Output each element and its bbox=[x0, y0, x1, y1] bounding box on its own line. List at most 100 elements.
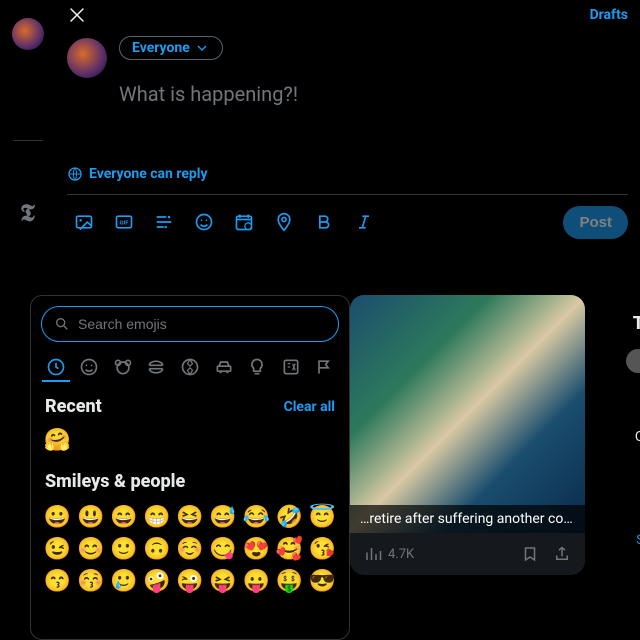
globe-icon bbox=[67, 166, 83, 182]
bear-icon bbox=[113, 357, 133, 377]
location-icon bbox=[274, 212, 294, 232]
emoji-cell[interactable]: 😅 bbox=[209, 504, 238, 532]
recent-title: Recent bbox=[45, 396, 102, 417]
audience-selector[interactable]: Everyone bbox=[119, 36, 223, 60]
emoji-category-tabs bbox=[31, 348, 349, 386]
emoji-button[interactable] bbox=[187, 205, 221, 239]
feed-footer: 4.7K bbox=[350, 533, 585, 575]
emoji-cat-smileys[interactable] bbox=[75, 354, 103, 382]
bold-button[interactable] bbox=[307, 205, 341, 239]
smile-icon bbox=[79, 357, 99, 377]
compose-input[interactable]: What is happening?! bbox=[119, 82, 628, 166]
bookmark-icon[interactable] bbox=[521, 545, 539, 563]
media-button[interactable] bbox=[67, 205, 101, 239]
emoji-cell[interactable]: 😍 bbox=[242, 536, 271, 564]
emoji-cell[interactable]: 😛 bbox=[242, 568, 271, 596]
drafts-button[interactable]: Drafts bbox=[590, 7, 628, 23]
smile-icon bbox=[194, 212, 214, 232]
compose-avatar[interactable] bbox=[67, 38, 107, 78]
emoji-cell[interactable]: 😉 bbox=[43, 536, 72, 564]
emoji-cat-recent[interactable] bbox=[42, 354, 70, 382]
emoji-cat-activity[interactable] bbox=[176, 354, 204, 382]
calendar-clock-icon bbox=[234, 212, 254, 232]
italic-button[interactable] bbox=[347, 205, 381, 239]
emoji-cell[interactable]: 😘 bbox=[308, 536, 337, 564]
rail-divider bbox=[13, 140, 43, 141]
clear-recent-button[interactable]: Clear all bbox=[284, 399, 335, 415]
right-sidebar-avatar[interactable] bbox=[626, 349, 640, 373]
emoji-cell[interactable]: 😎 bbox=[308, 568, 337, 596]
close-button[interactable] bbox=[67, 5, 87, 25]
emoji-cell[interactable]: 😆 bbox=[175, 504, 204, 532]
emoji-cell[interactable]: 😄 bbox=[109, 504, 138, 532]
avatar[interactable] bbox=[12, 18, 44, 50]
emoji-cell[interactable]: 😝 bbox=[209, 568, 238, 596]
emoji-cell[interactable]: 😙 bbox=[43, 568, 72, 596]
symbols-icon bbox=[281, 357, 301, 377]
emoji-picker: Recent Clear all 🤗 Smileys & people 😀😃😄😁… bbox=[30, 295, 350, 640]
emoji-cell[interactable]: 😂 bbox=[242, 504, 271, 532]
audience-label: Everyone bbox=[132, 40, 190, 56]
clock-icon bbox=[46, 357, 66, 377]
emoji-cell[interactable]: 🤪 bbox=[142, 568, 171, 596]
bulb-icon bbox=[247, 357, 267, 377]
post-button[interactable]: Post bbox=[563, 206, 628, 239]
views-icon bbox=[364, 545, 382, 563]
right-sidebar-text: C bbox=[635, 429, 640, 445]
gif-button[interactable]: GIF bbox=[107, 205, 141, 239]
emoji-cat-flags[interactable] bbox=[310, 354, 338, 382]
bold-icon bbox=[314, 212, 334, 232]
emoji-cell[interactable]: 🤑 bbox=[275, 568, 304, 596]
emoji-cat-animals[interactable] bbox=[109, 354, 137, 382]
emoji-cell[interactable]: 😁 bbox=[142, 504, 171, 532]
emoji-cell[interactable]: 🥲 bbox=[109, 568, 138, 596]
emoji-cell[interactable]: 😀 bbox=[43, 504, 72, 532]
emoji-search[interactable] bbox=[41, 306, 339, 342]
emoji-cell[interactable]: 😃 bbox=[76, 504, 105, 532]
share-icon[interactable] bbox=[553, 545, 571, 563]
burger-icon bbox=[146, 357, 166, 377]
emoji-cat-food[interactable] bbox=[142, 354, 170, 382]
gif-icon: GIF bbox=[114, 212, 134, 232]
emoji-cell[interactable]: 😊 bbox=[76, 536, 105, 564]
feed-card[interactable]: …retire after suffering another co… 4.7K bbox=[350, 295, 585, 575]
emoji-cell[interactable]: 🤣 bbox=[275, 504, 304, 532]
emoji-cell[interactable]: 🥰 bbox=[275, 536, 304, 564]
emoji-search-input[interactable] bbox=[78, 316, 326, 332]
emoji-cell[interactable]: 🤗 bbox=[43, 427, 72, 455]
right-sidebar-text: T bbox=[633, 313, 640, 334]
poll-icon bbox=[154, 212, 174, 232]
recent-emoji-grid: 🤗 bbox=[41, 425, 339, 457]
svg-text:GIF: GIF bbox=[120, 221, 130, 227]
emoji-cat-symbols[interactable] bbox=[277, 354, 305, 382]
views-count: 4.7K bbox=[388, 547, 414, 562]
reply-label: Everyone can reply bbox=[89, 166, 208, 182]
compose-modal: Drafts Everyone What is happening?! Ever… bbox=[55, 0, 640, 249]
flag-icon bbox=[314, 357, 334, 377]
car-icon bbox=[214, 357, 234, 377]
emoji-cell[interactable]: 🙂 bbox=[109, 536, 138, 564]
location-button[interactable] bbox=[267, 205, 301, 239]
chevron-down-icon bbox=[194, 40, 210, 56]
compose-toolbar: GIF Post bbox=[55, 195, 640, 249]
right-sidebar-link[interactable]: S bbox=[636, 533, 640, 548]
feed-image: …retire after suffering another co… bbox=[350, 295, 585, 533]
feed-headline: …retire after suffering another co… bbox=[350, 505, 585, 533]
emoji-cat-objects[interactable] bbox=[243, 354, 271, 382]
smileys-emoji-grid: 😀😃😄😁😆😅😂🤣😇 😉😊🙂🙃☺️😋😍🥰😘 😙😚🥲🤪😜😝😛🤑😎 bbox=[41, 502, 339, 598]
emoji-cell[interactable]: 😋 bbox=[209, 536, 238, 564]
schedule-button[interactable] bbox=[227, 205, 261, 239]
emoji-cell[interactable]: 😜 bbox=[175, 568, 204, 596]
emoji-cell[interactable]: 😚 bbox=[76, 568, 105, 596]
emoji-cell[interactable]: ☺️ bbox=[175, 536, 204, 564]
poll-button[interactable] bbox=[147, 205, 181, 239]
image-icon bbox=[74, 212, 94, 232]
search-icon bbox=[54, 316, 70, 332]
reply-settings-button[interactable]: Everyone can reply bbox=[55, 166, 640, 194]
emoji-cell[interactable]: 🙃 bbox=[142, 536, 171, 564]
italic-icon bbox=[354, 212, 374, 232]
nyt-icon[interactable]: 𝕿 bbox=[20, 201, 35, 228]
emoji-cat-travel[interactable] bbox=[210, 354, 238, 382]
soccer-icon bbox=[180, 357, 200, 377]
emoji-cell[interactable]: 😇 bbox=[308, 504, 337, 532]
